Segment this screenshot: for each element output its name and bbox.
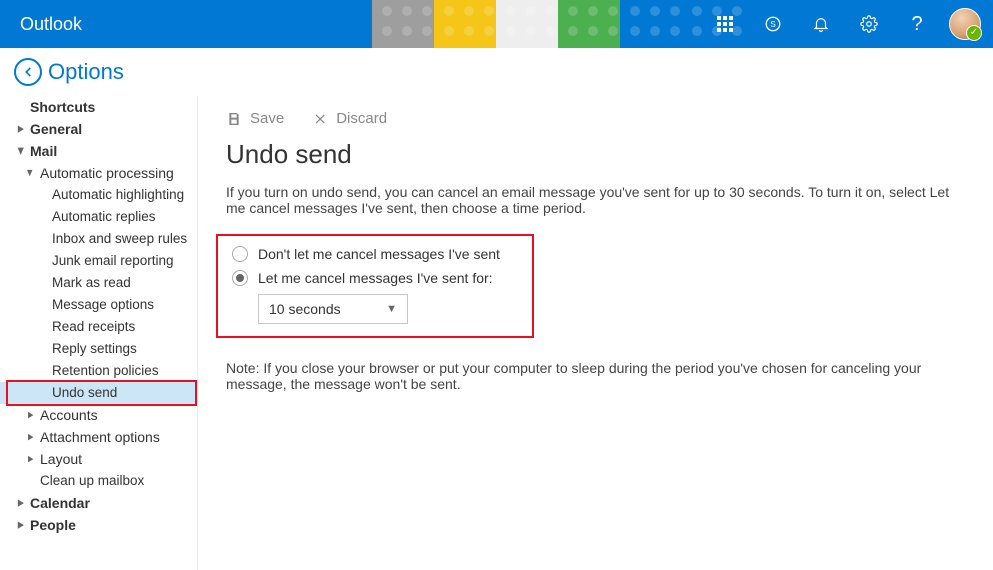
sidebar-item-message-options[interactable]: Message options: [0, 294, 197, 316]
sidebar-item-accounts[interactable]: Accounts: [0, 404, 197, 426]
radio-label: Don't let me cancel messages I've sent: [258, 246, 500, 262]
undo-send-options: Don't let me cancel messages I've sent L…: [220, 234, 965, 344]
radio-let-me-cancel[interactable]: Let me cancel messages I've sent for:: [232, 270, 953, 286]
sidebar-item-attachment-options[interactable]: Attachment options: [0, 426, 197, 448]
settings-icon[interactable]: [847, 0, 891, 48]
brand-label: Outlook: [0, 14, 82, 35]
action-row: Save Discard: [226, 110, 965, 127]
chevron-down-icon: ▼: [386, 303, 397, 315]
radio-button-icon: [232, 270, 248, 286]
app-header: Outlook S ?: [0, 0, 993, 48]
sidebar-item-mark-as-read[interactable]: Mark as read: [0, 272, 197, 294]
sidebar-item-reply-settings[interactable]: Reply settings: [0, 338, 197, 360]
header-actions: S ?: [703, 0, 993, 48]
sidebar-item-junk-reporting[interactable]: Junk email reporting: [0, 250, 197, 272]
save-button[interactable]: Save: [226, 110, 284, 127]
sidebar-item-automatic-processing[interactable]: Automatic processing: [0, 162, 197, 184]
app-launcher-icon[interactable]: [703, 0, 747, 48]
skype-icon[interactable]: S: [751, 0, 795, 48]
sidebar-item-inbox-sweep[interactable]: Inbox and sweep rules: [0, 228, 197, 250]
page-note: Note: If you close your browser or put y…: [226, 360, 956, 392]
sidebar-item-automatic-highlighting[interactable]: Automatic highlighting: [0, 184, 197, 206]
sidebar-item-layout[interactable]: Layout: [0, 448, 197, 470]
page-title: Undo send: [226, 139, 965, 170]
discard-label: Discard: [336, 110, 387, 127]
time-period-select[interactable]: 10 seconds ▼: [258, 294, 408, 324]
sidebar-item-general[interactable]: General: [0, 118, 197, 140]
sidebar-item-retention-policies[interactable]: Retention policies: [0, 360, 197, 382]
content-pane: Save Discard Undo send If you turn on un…: [198, 96, 993, 570]
options-sidebar: Shortcuts General Mail Automatic process…: [0, 96, 198, 570]
options-heading-row: Options: [0, 48, 993, 96]
user-avatar[interactable]: [949, 8, 981, 40]
svg-text:S: S: [770, 20, 776, 29]
sidebar-item-people[interactable]: People: [0, 514, 197, 536]
select-value: 10 seconds: [269, 301, 341, 317]
sidebar-item-label: Undo send: [52, 385, 117, 400]
sidebar-item-read-receipts[interactable]: Read receipts: [0, 316, 197, 338]
options-heading: Options: [48, 59, 124, 85]
sidebar-item-mail[interactable]: Mail: [0, 140, 197, 162]
back-button[interactable]: [14, 58, 42, 86]
sidebar-item-automatic-replies[interactable]: Automatic replies: [0, 206, 197, 228]
radio-label: Let me cancel messages I've sent for:: [258, 270, 493, 286]
notifications-icon[interactable]: [799, 0, 843, 48]
radio-dont-cancel[interactable]: Don't let me cancel messages I've sent: [232, 246, 953, 262]
sidebar-item-clean-up-mailbox[interactable]: Clean up mailbox: [0, 470, 197, 492]
sidebar-item-calendar[interactable]: Calendar: [0, 492, 197, 514]
theme-decoration: [372, 0, 744, 48]
radio-button-icon: [232, 246, 248, 262]
page-description: If you turn on undo send, you can cancel…: [226, 184, 956, 216]
save-label: Save: [250, 110, 284, 127]
discard-button[interactable]: Discard: [314, 110, 387, 127]
sidebar-shortcuts: Shortcuts: [0, 96, 197, 118]
help-icon[interactable]: ?: [895, 0, 939, 48]
sidebar-item-undo-send[interactable]: Undo send: [0, 382, 197, 404]
